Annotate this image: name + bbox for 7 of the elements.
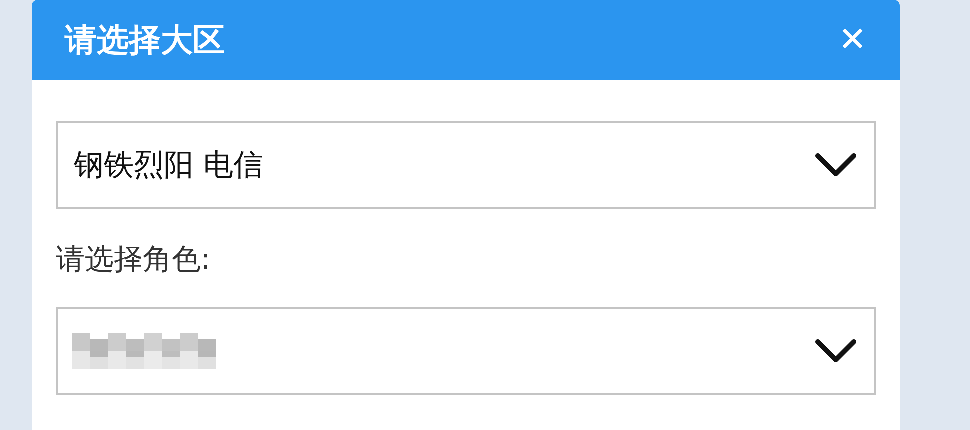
chevron-down-icon [814,152,858,178]
role-label: 请选择角色: [56,241,212,278]
server-value: 钢铁烈阳 电信 [74,146,264,184]
dialog-title: 请选择大区 [65,20,225,61]
server-select[interactable]: 钢铁烈阳 电信 [56,121,876,209]
role-select[interactable] [56,307,876,395]
chevron-down-icon [814,338,858,364]
